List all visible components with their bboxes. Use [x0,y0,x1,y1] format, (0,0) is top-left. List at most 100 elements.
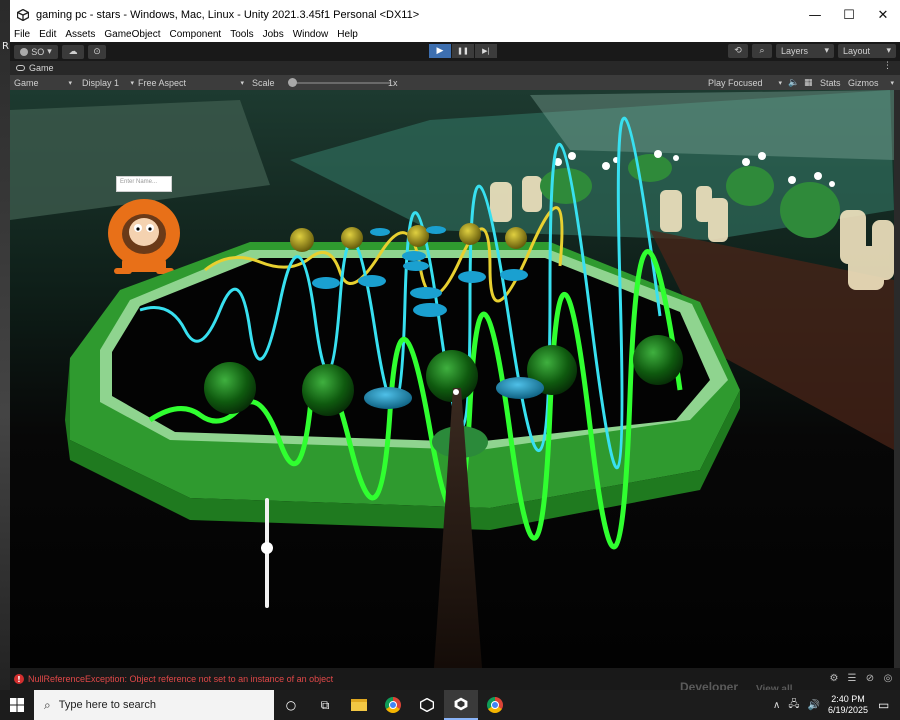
chevron-down-icon: ▾ [778,78,782,87]
collab-button[interactable]: ⊙ [88,44,106,59]
cortana-icon: ○ [285,698,297,712]
game-viewport[interactable]: Enter Name... [10,90,894,668]
windows-taskbar: ⌕ Type here to search ○ ⧉ ∧ 🖧 🔊 2:40 PM … [0,690,900,720]
game-mode-label: Game [14,77,39,88]
scale-value: 1x [388,77,398,88]
menu-edit[interactable]: Edit [39,29,56,40]
menu-help[interactable]: Help [337,29,358,40]
chevron-down-icon: ▾ [47,46,52,57]
play-button[interactable]: ▶ [429,44,451,58]
unity-logo-icon [16,8,30,22]
settings-icon[interactable]: ⚙ [828,672,840,684]
step-icon: ▶| [482,47,490,55]
chrome-button[interactable] [376,690,410,720]
toolbar-right: ⟲ ⌕ Layers ▾ Layout ▾ [724,44,896,58]
pause-icon: ❚❚ [457,47,469,55]
chevron-down-icon: ▾ [130,78,134,87]
task-view-button[interactable]: ⧉ [308,690,342,720]
layout-dropdown[interactable]: Layout ▾ [838,44,896,58]
status-icons: ⚙ ☰ ⊘ ◎ [822,672,894,684]
layers-label: Layers [781,46,809,56]
game-tab-bar: Game ⋮ [10,61,900,75]
cloud-button[interactable]: ☁ [62,44,84,59]
desktop-background-strip: R [0,0,10,690]
chrome-button-2[interactable] [478,690,512,720]
taskbar-search-placeholder: Type here to search [58,699,156,711]
menu-bar: File Edit Assets GameObject Component To… [10,26,900,42]
unity-editor-button[interactable] [444,690,478,720]
audio-mute-icon[interactable]: 🔈 [786,76,801,89]
start-button[interactable] [0,690,34,720]
gizmos-label: Gizmos [848,77,879,88]
volume-icon[interactable]: 🔊 [808,700,820,711]
network-icon[interactable]: 🖧 [788,697,799,714]
notification-icon[interactable]: ▭ [878,698,900,712]
error-icon: ! [14,674,24,684]
chevron-down-icon: ▾ [240,78,244,87]
desktop-letter: R [2,41,9,52]
error-message[interactable]: NullReferenceException: Object reference… [28,674,333,684]
file-explorer-button[interactable] [342,690,376,720]
folder-icon [351,699,367,711]
chrome-icon [487,697,503,713]
power-slider-handle[interactable] [261,542,273,555]
tab-game[interactable]: Game [10,61,60,75]
tray-overflow-icon[interactable]: ∧ [773,700,780,711]
unity-hub-button[interactable] [410,690,444,720]
unity-icon [420,698,434,712]
list-icon[interactable]: ☰ [846,672,858,684]
chevron-down-icon: ▾ [68,78,72,87]
gizmos-dropdown[interactable]: Gizmos ▾ [846,76,896,89]
menu-file[interactable]: File [14,29,30,40]
layers-dropdown[interactable]: Layers ▾ [776,44,834,58]
system-tray: ∧ 🖧 🔊 2:40 PM 6/19/2025 ▭ [773,690,900,720]
scale-slider[interactable] [290,82,390,84]
display-label: Display 1 [82,77,120,88]
progress-icon[interactable]: ◎ [882,672,894,684]
main-toolbar: SO ▾ ☁ ⊙ ▶ ❚❚ ▶| ⟲ ⌕ Layers ▾ Layout ▾ [10,42,900,61]
account-label: SO [31,46,45,57]
pause-button[interactable]: ❚❚ [452,44,474,58]
chevron-down-icon: ▾ [824,46,829,56]
chrome-icon [385,697,401,713]
layout-label: Layout [843,46,871,56]
name-input-field[interactable]: Enter Name... [116,176,172,192]
cloud-icon: ☁ [68,46,78,57]
play-focused-label: Play Focused [708,77,763,88]
grid-icon[interactable]: ▦ [802,76,815,89]
scale-label: Scale [252,77,275,88]
taskbar-search[interactable]: ⌕ Type here to search [34,690,274,720]
cue-tip [453,389,459,395]
account-icon [20,47,29,56]
menu-jobs[interactable]: Jobs [263,29,284,40]
game-view-controls: Game ▾ Display 1 ▾ Free Aspect ▾ Scale 1… [10,75,900,90]
menu-assets[interactable]: Assets [65,29,95,40]
display-dropdown[interactable]: Display 1 ▾ [80,76,136,89]
viewport-edge [894,90,900,668]
menu-gameobject[interactable]: GameObject [104,29,160,40]
wall-highlight [530,90,894,160]
game-mode-dropdown[interactable]: Game ▾ [12,76,74,89]
windows-logo-icon [10,698,24,712]
menu-window[interactable]: Window [293,29,329,40]
unity-editor-icon [454,697,468,711]
cortana-button[interactable]: ○ [274,690,308,720]
scale-slider-handle[interactable] [288,78,297,87]
menu-tools[interactable]: Tools [230,29,253,40]
play-focused-dropdown[interactable]: Play Focused ▾ [706,76,784,89]
aspect-label: Free Aspect [138,77,187,88]
more-options-icon[interactable]: ⋮ [883,61,892,71]
screen: R gaming pc - stars - Windows, Mac, Linu… [0,0,900,720]
debug-off-icon[interactable]: ⊘ [864,672,876,684]
aspect-dropdown[interactable]: Free Aspect ▾ [136,76,246,89]
stats-button[interactable]: Stats [818,76,843,89]
playback-controls: ▶ ❚❚ ▶| [429,44,498,58]
menu-component[interactable]: Component [170,29,222,40]
undo-history-button[interactable]: ⟲ [728,44,748,58]
window-title: gaming pc - stars - Windows, Mac, Linux … [36,9,420,21]
clock[interactable]: 2:40 PM 6/19/2025 [828,694,868,716]
search-button[interactable]: ⌕ [752,44,772,58]
power-slider[interactable] [261,498,273,608]
step-button[interactable]: ▶| [475,44,497,58]
account-dropdown[interactable]: SO ▾ [14,44,58,59]
